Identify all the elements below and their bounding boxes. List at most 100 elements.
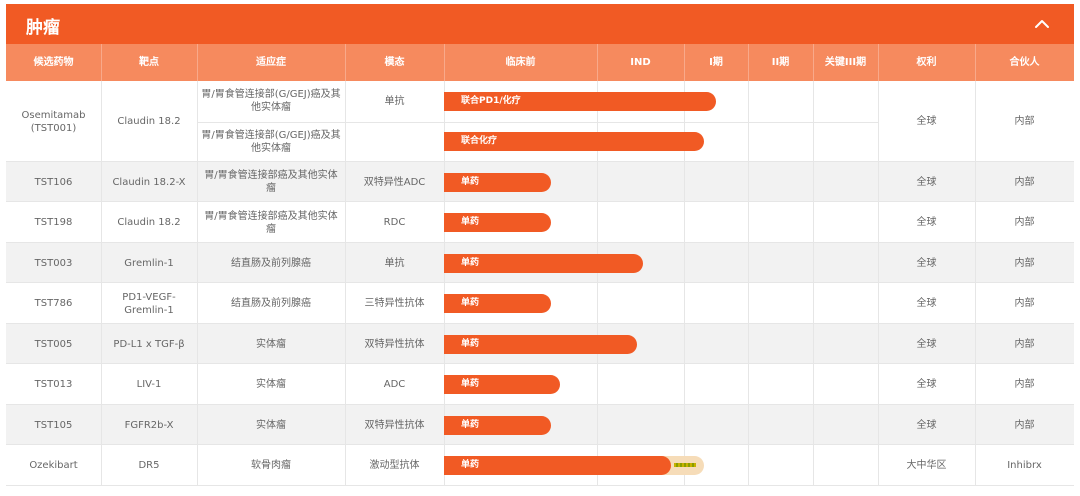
partner-cell: 内部: [1014, 298, 1035, 309]
partner-cell: 内部: [1014, 338, 1035, 350]
column-divider: [748, 283, 749, 324]
rights-cell: 全球: [916, 379, 937, 390]
column-divider: [684, 243, 685, 283]
candidate-cell: TST005: [34, 338, 73, 350]
section-header[interactable]: 肿瘤: [6, 4, 1074, 44]
column-divider: [748, 243, 749, 283]
candidate-cell: Osemitamab (TST001): [21, 109, 86, 134]
modality-cell: 双特异性抗体: [364, 419, 425, 431]
partner-cell: 内部: [1014, 257, 1035, 269]
header-divider: [684, 44, 685, 81]
header-indication: 适应症: [256, 57, 286, 68]
header-partner: 合伙人: [1009, 57, 1040, 68]
column-divider: [684, 405, 685, 445]
header-divider: [597, 44, 598, 81]
header-divider: [197, 44, 198, 81]
indication-cell: 软骨肉瘤: [251, 460, 291, 471]
table-row: TST105 FGFR2b-X 全球 内部 实体瘤 双特异性抗体 单药: [6, 405, 1074, 445]
modality-cell: 激动型抗体: [369, 460, 420, 471]
progress-bar-label: 单药: [461, 298, 480, 308]
column-divider: [813, 364, 814, 405]
indication-cell: 胃/胃食管连接部癌及其他实体瘤: [204, 170, 338, 194]
header-rights: 权利: [916, 57, 937, 68]
progress-bar: 联合化疗: [444, 132, 704, 152]
progress-bar: 单药: [444, 172, 551, 192]
modality-cell: 单抗: [384, 95, 405, 107]
candidate-cell: TST198: [34, 217, 73, 228]
rights-cell: 全球: [916, 116, 937, 127]
header-divider: [444, 44, 445, 81]
header-preclinical: 临床前: [505, 57, 536, 68]
column-divider: [813, 162, 814, 202]
header-phase3: 关键III期: [824, 57, 867, 68]
target-cell: Claudin 18.2: [117, 217, 181, 228]
rights-cell: 全球: [916, 419, 937, 431]
indication-cell: 胃/胃食管连接部(G/GEJ)癌及其他实体瘤: [201, 129, 341, 154]
table-row: Ozekibart DR5 大中华区 Inhibrx 软骨肉瘤 激动型抗体 单药: [6, 445, 1074, 486]
column-divider: [684, 202, 685, 243]
target-cell: FGFR2b-X: [124, 419, 174, 431]
oncology-pipeline-panel: 肿瘤 候选药物 靶点 适应症 模态 临床前 IND I期 II期 关键III期 权利 合伙人 Ose…: [6, 4, 1074, 490]
header-ind: IND: [630, 57, 651, 68]
column-divider: [748, 324, 749, 364]
progress-bar: 单药: [444, 456, 671, 475]
column-divider: [748, 445, 749, 486]
progress-bar: 联合PD1/化疗: [444, 91, 716, 111]
header-divider: [975, 44, 976, 81]
header-phase1: I期: [709, 57, 723, 68]
column-divider: [813, 405, 814, 445]
rights-cell: 全球: [916, 217, 937, 228]
header-phase2: II期: [771, 57, 790, 68]
column-divider: [748, 364, 749, 405]
header-divider: [813, 44, 814, 81]
indication-cell: 结直肠及前列腺癌: [231, 257, 311, 269]
column-divider: [748, 405, 749, 445]
column-divider: [813, 243, 814, 283]
indication-cell: 胃/胃食管连接部(G/GEJ)癌及其他实体瘤: [201, 89, 341, 114]
column-divider: [597, 364, 598, 405]
progress-bar-label: 单药: [461, 217, 480, 227]
column-divider: [597, 162, 598, 202]
column-divider: [748, 202, 749, 243]
header-candidate: 候选药物: [33, 57, 74, 68]
modality-cell: ADC: [383, 379, 406, 390]
column-divider: [813, 202, 814, 243]
row-divider: [6, 485, 1074, 486]
table-row: TST106 Claudin 18.2-X 全球 内部 胃/胃食管连接部癌及其他实体瘤 双…: [6, 162, 1074, 202]
partner-cell: 内部: [1014, 176, 1035, 188]
column-divider: [748, 162, 749, 202]
partner-cell: 内部: [1014, 419, 1035, 431]
indication-cell: 实体瘤: [256, 338, 286, 350]
column-divider: [813, 283, 814, 324]
modality-cell: 双特异性抗体: [364, 338, 425, 350]
progress-bar-label: 单药: [461, 379, 480, 389]
column-divider: [597, 202, 598, 243]
target-cell: PD1-VEGF-Gremlin-1: [122, 291, 176, 316]
table-header: 候选药物 靶点 适应症 模态 临床前 IND I期 II期 关键III期 权利 合伙人: [6, 44, 1074, 81]
rights-cell: 全球: [916, 176, 937, 188]
target-cell: Claudin 18.2-X: [112, 176, 186, 188]
target-cell: DR5: [138, 460, 160, 471]
table-row: TST786 PD1-VEGF-Gremlin-1 全球 内部 结直肠及前列腺癌 三特异性…: [6, 283, 1074, 324]
candidate-cell: TST786: [34, 298, 73, 309]
progress-bar-label: 联合化疗: [461, 136, 498, 147]
header-divider: [345, 44, 346, 81]
table-row: TST013 LIV-1 全球 内部 实体瘤 ADC 单药: [6, 364, 1074, 405]
rights-cell: 全球: [916, 338, 937, 350]
milestone-marker-icon: [674, 463, 696, 467]
progress-bar: 单药: [444, 213, 551, 232]
target-cell: PD-L1 x TGF-β: [113, 338, 185, 350]
indication-cell: 实体瘤: [256, 379, 286, 390]
header-target: 靶点: [139, 57, 159, 68]
rights-cell: 大中华区: [906, 460, 947, 471]
target-cell: LIV-1: [136, 379, 162, 390]
rights-cell: 全球: [916, 298, 937, 309]
progress-bar: 单药: [444, 253, 643, 273]
table-row: TST005 PD-L1 x TGF-β 全球 内部 实体瘤 双特异性抗体 单药: [6, 324, 1074, 364]
table-row: TST198 Claudin 18.2 全球 内部 胃/胃食管连接部癌及其他实体瘤 RDC…: [6, 202, 1074, 243]
candidate-cell: TST013: [34, 379, 73, 390]
candidate-cell: TST003: [34, 257, 73, 269]
modality-cell: 双特异性ADC: [363, 176, 426, 188]
progress-bar-label: 单药: [461, 176, 480, 187]
chevron-up-icon[interactable]: [1032, 14, 1052, 34]
